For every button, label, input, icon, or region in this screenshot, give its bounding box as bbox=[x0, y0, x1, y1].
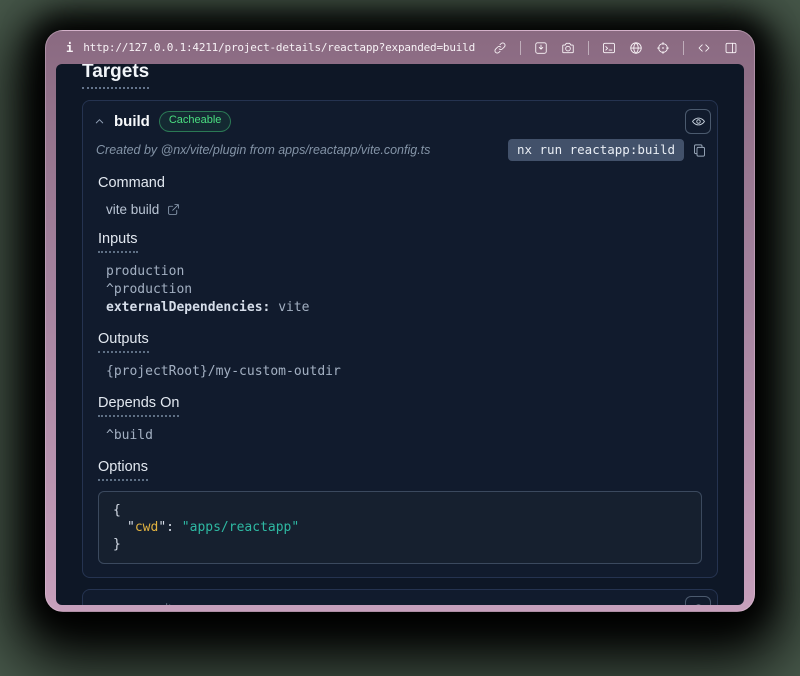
chevron-down-icon bbox=[94, 603, 105, 605]
section-inputs: Inputs production ^production externalDe… bbox=[83, 230, 717, 317]
project-details-view: Targets build Cacheable Created by @nx/v… bbox=[56, 64, 744, 605]
json-line: "cwd": "apps/reactapp" bbox=[113, 519, 687, 536]
panel-icon[interactable] bbox=[724, 41, 738, 55]
cacheable-badge: Cacheable bbox=[159, 111, 232, 131]
chevron-up-icon bbox=[94, 116, 105, 127]
camera-icon[interactable] bbox=[561, 41, 575, 55]
build-card-header[interactable]: build Cacheable bbox=[83, 101, 717, 134]
build-target-card: build Cacheable Created by @nx/vite/plug… bbox=[82, 100, 718, 578]
toolbar-divider bbox=[588, 41, 589, 55]
input-item: externalDependencies: vite bbox=[106, 299, 702, 317]
target-icon[interactable] bbox=[656, 41, 670, 55]
output-item: {projectRoot}/my-custom-outdir bbox=[106, 363, 702, 381]
view-target-button[interactable] bbox=[685, 596, 711, 605]
globe-icon[interactable] bbox=[629, 41, 643, 55]
titlebar-actions bbox=[493, 41, 738, 55]
section-label: Inputs bbox=[98, 231, 138, 253]
terminal-icon[interactable] bbox=[602, 41, 616, 55]
options-code-block: { "cwd": "apps/reactapp" } bbox=[98, 491, 702, 564]
eye-icon bbox=[691, 114, 706, 129]
import-icon[interactable] bbox=[534, 41, 548, 55]
created-by-row: Created by @nx/vite/plugin from apps/rea… bbox=[83, 134, 717, 161]
serve-target-card: serve vite serve bbox=[82, 589, 718, 605]
target-name: serve bbox=[114, 601, 151, 606]
json-line: } bbox=[113, 536, 687, 553]
run-command-chip: nx run reactapp:build bbox=[508, 139, 684, 161]
section-label: Depends On bbox=[98, 395, 179, 417]
copy-button[interactable] bbox=[692, 143, 707, 158]
browser-window: i http://127.0.0.1:4211/project-details/… bbox=[45, 30, 755, 612]
section-depends-on: Depends On ^build bbox=[83, 394, 717, 445]
link-icon[interactable] bbox=[493, 41, 507, 55]
serve-summary: vite serve bbox=[159, 601, 215, 605]
command-value: vite build bbox=[106, 202, 702, 217]
url-text: http://127.0.0.1:4211/project-details/re… bbox=[83, 41, 483, 54]
titlebar: i http://127.0.0.1:4211/project-details/… bbox=[56, 31, 744, 64]
page-title: Targets bbox=[82, 64, 149, 89]
section-outputs: Outputs {projectRoot}/my-custom-outdir bbox=[83, 330, 717, 381]
toolbar-divider bbox=[520, 41, 521, 55]
external-link-icon[interactable] bbox=[167, 203, 180, 216]
target-name: build bbox=[114, 113, 150, 130]
section-label: Outputs bbox=[98, 331, 149, 353]
created-by-text: Created by @nx/vite/plugin from apps/rea… bbox=[96, 143, 500, 157]
kv-value: vite bbox=[270, 300, 309, 315]
code-icon[interactable] bbox=[697, 41, 711, 55]
json-line: { bbox=[113, 502, 687, 519]
input-item: production bbox=[106, 263, 702, 281]
info-icon: i bbox=[66, 41, 73, 55]
section-options: Options { "cwd": "apps/reactapp" } bbox=[83, 458, 717, 564]
section-label: Command bbox=[98, 175, 165, 191]
view-target-button[interactable] bbox=[685, 109, 711, 134]
kv-key: externalDependencies: bbox=[106, 300, 270, 315]
section-label: Options bbox=[98, 459, 148, 481]
depends-item: ^build bbox=[106, 427, 702, 445]
toolbar-divider bbox=[683, 41, 684, 55]
eye-icon bbox=[691, 601, 706, 605]
section-command: Command vite build bbox=[83, 174, 717, 217]
serve-card-header[interactable]: serve vite serve bbox=[83, 590, 717, 605]
copy-icon bbox=[692, 143, 707, 158]
input-item: ^production bbox=[106, 281, 702, 299]
